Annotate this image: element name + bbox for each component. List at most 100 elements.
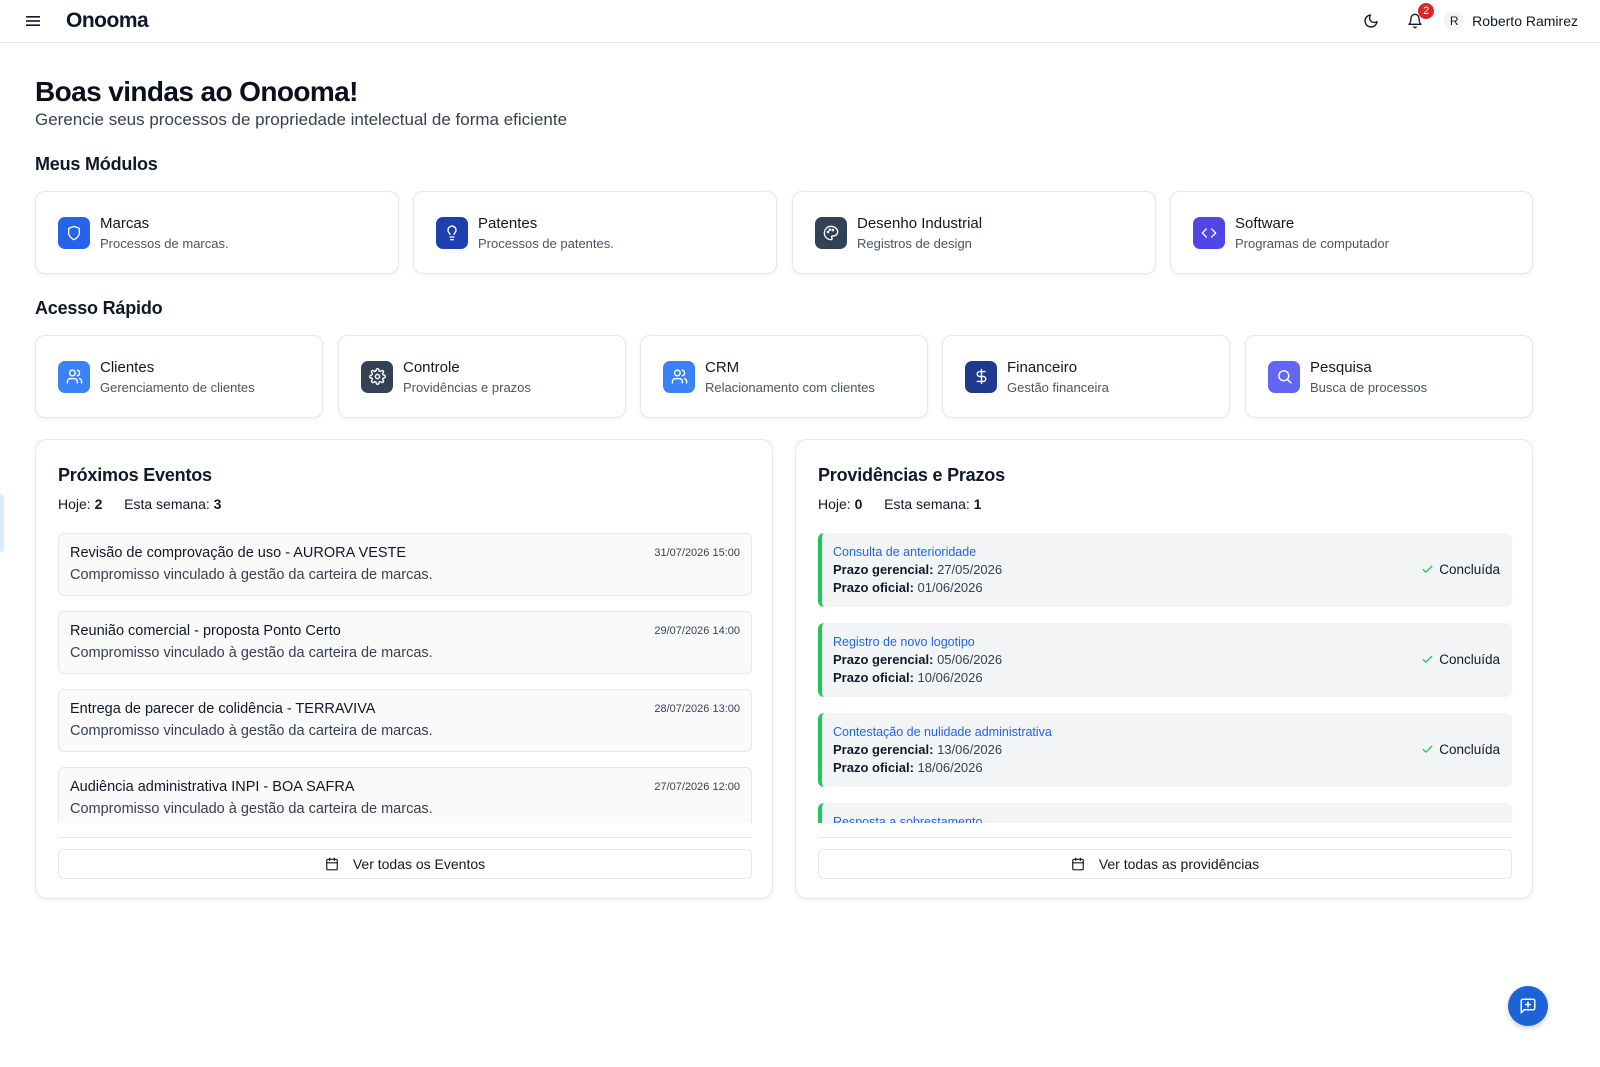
users-icon	[58, 360, 90, 393]
week-label: Esta semana:	[884, 496, 970, 512]
modules-section-title: Meus Módulos	[35, 154, 158, 174]
view-all-tasks-button[interactable]: Ver todas as providências	[818, 849, 1512, 879]
tasks-stats: Hoje: 0 Esta semana: 1	[818, 496, 981, 512]
event-date: 29/07/2026 14:00	[654, 625, 740, 637]
task-official-deadline: Prazo oficial: 10/06/2026	[833, 670, 983, 685]
event-title: Reunião comercial - proposta Ponto Certo	[70, 623, 341, 639]
calendar-icon	[326, 857, 338, 871]
module-label: Marcas	[100, 214, 150, 232]
tasks-panel: Providências e Prazos Hoje: 0 Esta seman…	[795, 439, 1533, 899]
module-label: Software	[1235, 214, 1295, 232]
task-title[interactable]: Resposta a sobrestamento	[833, 815, 982, 823]
task-status: Concluída	[1421, 742, 1500, 757]
divider	[58, 837, 752, 838]
lightbulb-icon	[436, 216, 468, 249]
event-date: 31/07/2026 15:00	[654, 547, 740, 559]
module-label: Patentes	[478, 214, 538, 232]
code-icon	[1193, 216, 1225, 249]
module-card-desenho-industrial[interactable]: Desenho Industrial Registros de design	[792, 191, 1156, 274]
event-desc: Compromisso vinculado à gestão da cartei…	[70, 567, 433, 583]
task-item[interactable]: Registro de novo logotipo Prazo gerencia…	[818, 623, 1512, 697]
module-label: Desenho Industrial	[857, 214, 983, 232]
events-list[interactable]: Revisão de comprovação de uso - AURORA V…	[58, 533, 752, 823]
dollar-icon	[965, 360, 997, 393]
today-label: Hoje:	[818, 496, 851, 512]
module-card-marcas[interactable]: Marcas Processos de marcas.	[35, 191, 399, 274]
quick-card-controle[interactable]: Controle Providências e prazos	[338, 335, 626, 418]
event-item[interactable]: Revisão de comprovação de uso - AURORA V…	[58, 533, 752, 596]
task-title[interactable]: Consulta de anterioridade	[833, 545, 976, 559]
module-desc: Processos de marcas.	[100, 235, 229, 251]
chat-fab-button[interactable]	[1508, 986, 1548, 1026]
view-all-tasks-label: Ver todas as providências	[1098, 856, 1260, 872]
theme-toggle-moon-icon[interactable]	[1360, 10, 1382, 32]
notifications-bell-icon[interactable]: 2	[1404, 3, 1435, 32]
user-avatar[interactable]: R	[1444, 11, 1465, 31]
quick-access-section-title: Acesso Rápido	[35, 298, 163, 318]
quick-card-pesquisa[interactable]: Pesquisa Busca de processos	[1245, 335, 1533, 418]
event-desc: Compromisso vinculado à gestão da cartei…	[70, 645, 433, 661]
task-managerial-deadline: Prazo gerencial: 05/06/2026	[833, 652, 1003, 667]
quick-desc: Relacionamento com clientes	[705, 379, 875, 395]
event-item[interactable]: Reunião comercial - proposta Ponto Certo…	[58, 611, 752, 674]
shield-icon	[58, 216, 90, 249]
task-item[interactable]: Contestação de nulidade administrativa P…	[818, 713, 1512, 787]
quick-label: Financeiro	[1007, 358, 1078, 376]
user-name[interactable]: Roberto Ramirez	[1472, 13, 1578, 29]
module-card-patentes[interactable]: Patentes Processos de patentes.	[413, 191, 777, 274]
view-all-events-label: Ver todas os Eventos	[352, 856, 486, 872]
quick-desc: Busca de processos	[1310, 379, 1428, 395]
palette-icon	[815, 216, 847, 249]
check-icon	[1422, 655, 1433, 663]
event-title: Revisão de comprovação de uso - AURORA V…	[70, 545, 407, 561]
notification-count-badge: 2	[1418, 3, 1435, 19]
app-logo[interactable]: Onooma	[66, 9, 149, 33]
divider	[818, 837, 1512, 838]
today-label: Hoje:	[58, 496, 91, 512]
week-label: Esta semana:	[124, 496, 210, 512]
gear-icon	[361, 360, 393, 393]
task-official-deadline: Prazo oficial: 01/06/2026	[833, 580, 983, 595]
users-icon	[663, 360, 695, 393]
side-drawer-handle[interactable]	[0, 494, 4, 552]
event-date: 28/07/2026 13:00	[654, 703, 740, 715]
menu-icon[interactable]	[24, 12, 42, 30]
search-icon	[1268, 360, 1300, 393]
module-card-software[interactable]: Software Programas de computador	[1170, 191, 1533, 274]
task-official-deadline: Prazo oficial: 18/06/2026	[833, 760, 983, 775]
events-panel: Próximos Eventos Hoje: 2 Esta semana: 3 …	[35, 439, 773, 899]
quick-label: Clientes	[100, 358, 155, 376]
task-item[interactable]: Consulta de anterioridade Prazo gerencia…	[818, 533, 1512, 607]
week-count: 3	[213, 496, 222, 512]
view-all-events-button[interactable]: Ver todas os Eventos	[58, 849, 752, 879]
quick-desc: Providências e prazos	[403, 379, 531, 395]
task-title[interactable]: Registro de novo logotipo	[833, 635, 975, 649]
quick-card-clientes[interactable]: Clientes Gerenciamento de clientes	[35, 335, 323, 418]
event-item[interactable]: Audiência administrativa INPI - BOA SAFR…	[58, 767, 752, 823]
quick-card-financeiro[interactable]: Financeiro Gestão financeira	[942, 335, 1230, 418]
event-date: 27/07/2026 12:00	[654, 781, 740, 793]
today-count: 0	[854, 496, 863, 512]
quick-card-crm[interactable]: CRM Relacionamento com clientes	[640, 335, 928, 418]
page-title: Boas vindas ao Onooma!	[35, 76, 358, 107]
today-count: 2	[94, 496, 103, 512]
top-bar: Onooma 2 R Roberto Ramirez	[0, 0, 1600, 43]
event-desc: Compromisso vinculado à gestão da cartei…	[70, 801, 433, 817]
task-item[interactable]: Resposta a sobrestamento	[818, 803, 1512, 823]
event-title: Audiência administrativa INPI - BOA SAFR…	[70, 779, 355, 795]
tasks-panel-title: Providências e Prazos	[818, 465, 1005, 485]
task-title[interactable]: Contestação de nulidade administrativa	[833, 725, 1052, 739]
event-desc: Compromisso vinculado à gestão da cartei…	[70, 723, 433, 739]
event-item[interactable]: Entrega de parecer de colidência - TERRA…	[58, 689, 752, 752]
tasks-list[interactable]: Consulta de anterioridade Prazo gerencia…	[818, 533, 1512, 823]
events-panel-title: Próximos Eventos	[58, 465, 212, 485]
events-stats: Hoje: 2 Esta semana: 3	[58, 496, 221, 512]
check-icon	[1422, 565, 1433, 573]
task-status: Concluída	[1421, 562, 1500, 577]
event-title: Entrega de parecer de colidência - TERRA…	[70, 701, 376, 717]
quick-label: CRM	[705, 358, 740, 376]
task-managerial-deadline: Prazo gerencial: 27/05/2026	[833, 562, 1003, 577]
quick-desc: Gerenciamento de clientes	[100, 379, 255, 395]
quick-desc: Gestão financeira	[1007, 379, 1109, 395]
module-desc: Registros de design	[857, 235, 972, 251]
